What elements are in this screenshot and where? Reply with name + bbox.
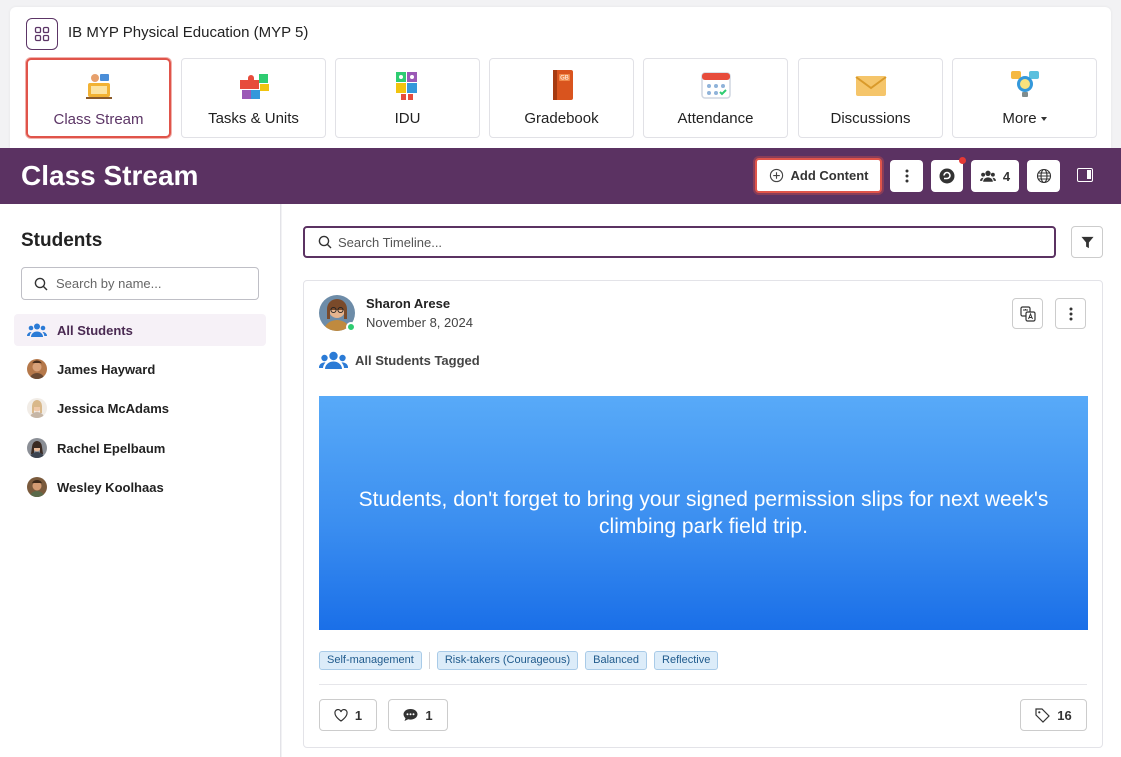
sidebar-item-label: Wesley Koolhaas [57,479,164,495]
online-status-dot [346,322,356,332]
students-sidebar: Students All Students James Hayward Jess… [0,204,281,757]
nav-tile-label: More [953,110,1096,127]
like-count: 1 [354,707,363,723]
nav-tile-attendance[interactable]: Attendance [643,58,788,138]
student-search-box [21,267,259,300]
course-title: IB MYP Physical Education (MYP 5) [68,24,309,41]
add-content-label: Add Content [790,168,869,183]
members-button[interactable]: 4 [971,160,1019,192]
nav-tile-gradebook[interactable]: GB Gradebook [489,58,634,138]
tag-chip[interactable]: Risk-takers (Courageous) [436,651,579,670]
tagged-label: All Students Tagged [355,352,480,368]
calendar-icon [699,68,733,102]
chat-button[interactable] [931,157,966,192]
timeline-search-box [303,226,1056,258]
envelope-icon [854,68,888,102]
post-date: November 8, 2024 [366,315,473,330]
avatar [27,477,47,497]
course-header-card: IB MYP Physical Education (MYP 5) Class … [10,7,1111,148]
translate-icon [1019,305,1036,322]
post-author: Sharon Arese [366,296,451,311]
tag-divider [428,652,430,669]
nav-tile-label: Class Stream [53,111,144,128]
tagged-audience: All Students Tagged [319,351,480,369]
sidebar-item-jessica-mcadams[interactable]: Jessica McAdams [14,392,266,424]
tag-chip[interactable]: Reflective [654,651,719,670]
users-icon [319,351,348,369]
comment-button[interactable]: 1 [388,699,448,731]
tag-count: 16 [1057,707,1072,723]
filter-icon [1080,236,1094,248]
timeline-search-input[interactable] [338,234,1018,250]
nav-tile-tasks-units[interactable]: Tasks & Units [181,58,326,138]
page-header-bar: Class Stream Add Content 4 [0,148,1121,204]
tag-chip[interactable]: Balanced [585,651,648,670]
avatar [27,398,47,418]
post-tags: Self-management Risk-takers (Courageous)… [319,651,725,670]
sidebar-title: Students [21,230,103,251]
vertical-dots-icon [1069,307,1072,320]
notification-dot [959,157,966,164]
comment-count: 1 [425,707,433,723]
filter-button[interactable] [1071,226,1103,258]
tags-button[interactable]: 16 [1020,699,1087,731]
gradebook-badge: GB [560,75,569,82]
avatar [27,438,47,458]
language-button[interactable] [1027,160,1060,192]
users-icon [27,323,47,337]
sidebar-item-label: James Hayward [57,361,156,377]
like-button[interactable]: 1 [319,699,377,731]
puzzle-robot-icon [391,68,425,102]
post-options-button[interactable] [1055,298,1086,329]
sidebar-item-wesley-koolhaas[interactable]: Wesley Koolhaas [14,471,266,503]
post-message: Students, don't forget to bring your sig… [358,488,1049,538]
translate-button[interactable] [1012,298,1043,329]
nav-tile-label: Attendance [677,110,754,127]
comment-icon [403,709,418,721]
tag-icon [1035,707,1051,723]
nav-tile-label: Discussions [830,110,911,127]
nav-tile-class-stream[interactable]: Class Stream [26,58,171,138]
chevron-down-icon [1040,117,1047,122]
nav-tile-label: Tasks & Units [208,110,299,127]
gradebook-book-icon: GB [545,68,579,102]
nav-tile-label: Gradebook [524,110,599,127]
sidebar-item-james-hayward[interactable]: James Hayward [14,353,266,385]
post-divider [319,684,1087,685]
timeline-post: Sharon Arese November 8, 2024 All Studen… [303,280,1103,748]
globe-icon [1036,168,1051,184]
sidebar-item-rachel-epelbaum[interactable]: Rachel Epelbaum [14,432,266,464]
student-search-input[interactable] [56,276,236,291]
timeline-main: Sharon Arese November 8, 2024 All Studen… [282,204,1121,757]
add-content-button[interactable]: Add Content [755,158,882,193]
members-count: 4 [1002,168,1011,184]
tag-chip[interactable]: Self-management [319,651,422,670]
post-banner: Students, don't forget to bring your sig… [319,396,1088,630]
more-options-button[interactable] [890,160,923,192]
apps-grid-icon[interactable] [26,18,58,50]
sidebar-item-label: All Students [57,322,133,338]
search-icon [318,235,332,249]
lightbulb-chat-icon [1008,68,1042,102]
page-title: Class Stream [21,160,199,191]
nav-tile-label: IDU [394,110,421,127]
sidebar-item-label: Rachel Epelbaum [57,440,166,456]
panel-toggle-icon[interactable] [1077,168,1093,182]
class-stream-icon [82,69,116,103]
vertical-dots-icon [905,169,908,183]
users-icon [979,170,996,182]
sidebar-item-all-students[interactable]: All Students [14,314,266,346]
puzzle-icon [237,68,271,102]
search-icon [34,277,48,290]
nav-tile-idu[interactable]: IDU [335,58,480,138]
nav-tile-more[interactable]: More [952,58,1097,138]
chat-bubble-icon [939,168,955,184]
sidebar-item-label: Jessica McAdams [57,400,170,416]
heart-icon [334,708,348,722]
more-label: More [1002,110,1037,127]
avatar [27,359,47,379]
plus-circle-icon [769,168,783,183]
nav-tile-discussions[interactable]: Discussions [798,58,943,138]
